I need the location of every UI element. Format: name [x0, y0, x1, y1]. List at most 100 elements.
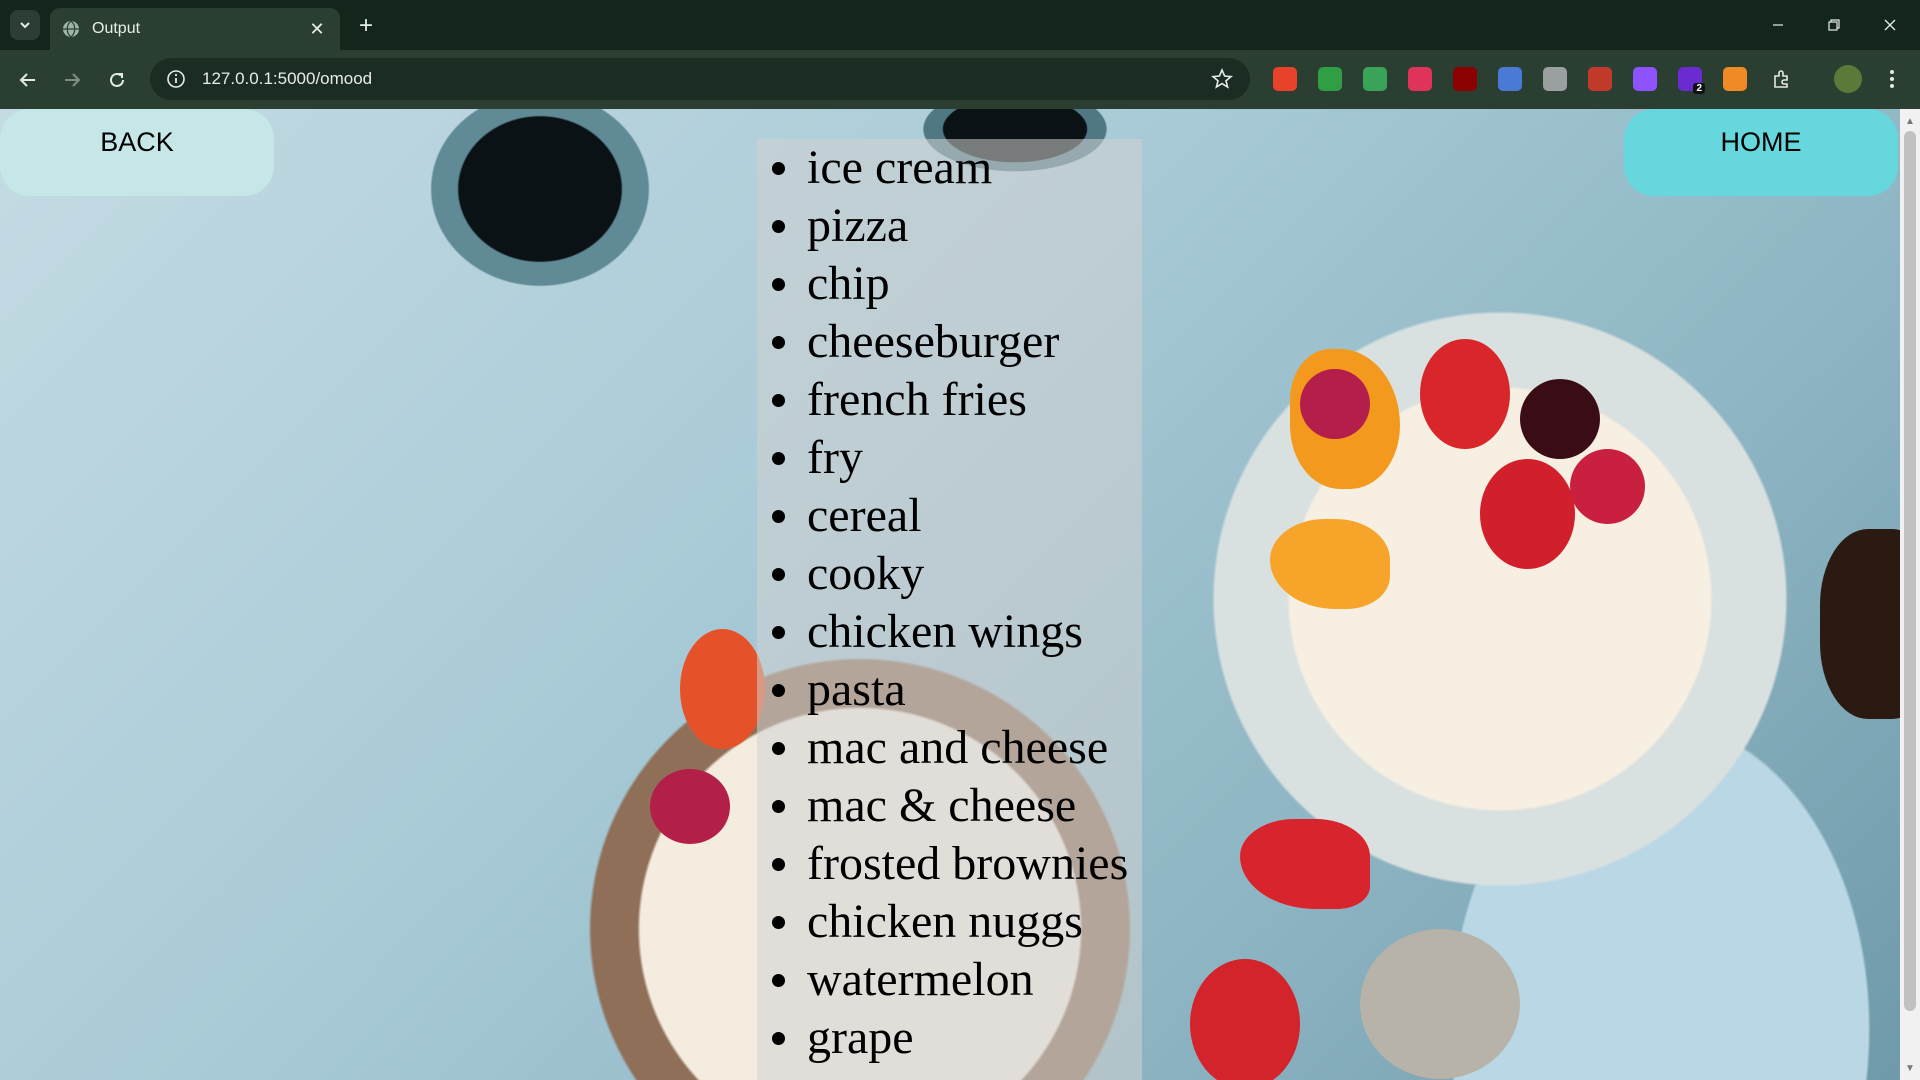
raspberry-decor: [1570, 449, 1645, 524]
food-name: frosted brownies: [807, 837, 1129, 890]
food-name: cereal: [807, 489, 922, 542]
bullet-icon: [772, 857, 785, 871]
food-list-item: watermelon: [757, 951, 1142, 1009]
food-name: chicken wings: [807, 605, 1083, 658]
ext-red-circle-icon[interactable]: [1273, 67, 1297, 91]
food-name: watermelon: [807, 953, 1034, 1006]
ext-grey-icon[interactable]: [1543, 67, 1567, 91]
food-list-item: mac & cheese: [757, 777, 1142, 835]
food-list-item: frosted brownies: [757, 835, 1142, 893]
minimize-icon: [1773, 24, 1783, 26]
strawberry-decor: [1420, 339, 1510, 449]
home-button[interactable]: HOME: [1624, 109, 1898, 196]
ext-ublock-icon[interactable]: [1453, 67, 1477, 91]
bullet-icon: [772, 277, 785, 291]
food-name: pasta: [807, 663, 906, 716]
reload-icon: [110, 72, 124, 87]
ext-shield-icon[interactable]: [1588, 67, 1612, 91]
url-text[interactable]: 127.0.0.1:5000/omood: [202, 69, 1202, 89]
chevron-down-icon: [20, 22, 30, 29]
globe-icon: [63, 20, 79, 38]
bullet-icon: [772, 161, 785, 175]
food-name: ice cream: [807, 141, 993, 194]
food-list: ice cream pizza chip cheeseburger french fri…: [757, 139, 1142, 1067]
bullet-icon: [772, 509, 785, 523]
food-name: cooky: [807, 547, 925, 600]
food-list-item: french fries: [757, 371, 1142, 429]
restore-icon: [1828, 19, 1840, 31]
bullet-icon: [772, 799, 785, 813]
food-list-item: chip: [757, 255, 1142, 313]
strawberry-decor: [680, 629, 765, 749]
food-list-item: fry: [757, 429, 1142, 487]
close-icon: [1884, 19, 1896, 31]
browser-menu-button[interactable]: [1880, 67, 1904, 91]
scroll-up-arrow-icon[interactable]: ▲: [1900, 111, 1920, 131]
tab-bar: Output ✕ +: [0, 0, 1920, 50]
food-name: chip: [807, 257, 890, 310]
bullet-icon: [772, 973, 785, 987]
new-tab-button[interactable]: +: [352, 12, 380, 40]
coffee-cup-decor: [1820, 529, 1900, 719]
cherry-decor: [1520, 379, 1600, 459]
bullet-icon: [772, 219, 785, 233]
arrow-right-icon: [65, 73, 81, 87]
back-button[interactable]: BACK: [0, 109, 274, 196]
strawberry-decor: [1480, 459, 1575, 569]
bullet-icon: [772, 393, 785, 407]
food-name: french fries: [807, 373, 1027, 426]
tab-search-button[interactable]: [10, 10, 40, 40]
address-bar[interactable]: 127.0.0.1:5000/omood: [150, 58, 1250, 100]
ext-mail-icon[interactable]: [1363, 67, 1387, 91]
ext-screen-icon[interactable]: [1498, 67, 1522, 91]
profile-avatar[interactable]: [1834, 65, 1862, 93]
food-name: chicken nuggs: [807, 895, 1083, 948]
minimize-button[interactable]: [1750, 0, 1806, 50]
site-info-icon[interactable]: [156, 58, 196, 100]
food-name: fry: [807, 431, 863, 484]
food-list-item: ice cream: [757, 139, 1142, 197]
bullet-icon: [772, 567, 785, 581]
tab-title: Output: [92, 20, 141, 37]
food-name: cheeseburger: [807, 315, 1060, 368]
raspberry-decor: [650, 769, 730, 844]
extensions-puzzle-icon[interactable]: [1770, 67, 1794, 91]
ext-orange-icon[interactable]: [1723, 67, 1747, 91]
food-name: mac & cheese: [807, 779, 1077, 832]
arrow-left-icon: [19, 73, 35, 87]
page-scrollbar[interactable]: ▲ ▼: [1900, 109, 1920, 1080]
close-window-button[interactable]: [1862, 0, 1918, 50]
food-list-item: pasta: [757, 661, 1142, 719]
bullet-icon: [772, 741, 785, 755]
scroll-thumb[interactable]: [1904, 131, 1916, 1011]
food-list-panel: ice cream pizza chip cheeseburger french fri…: [757, 139, 1142, 1080]
food-list-item: mac and cheese: [757, 719, 1142, 777]
food-name: mac and cheese: [807, 721, 1109, 774]
restore-button[interactable]: [1806, 0, 1862, 50]
back-nav-button[interactable]: [12, 64, 44, 96]
reload-button[interactable]: [101, 64, 133, 96]
food-name: pizza: [807, 199, 909, 252]
raspberry-decor: [1300, 369, 1370, 439]
forward-nav-button[interactable]: [56, 64, 88, 96]
bullet-icon: [772, 915, 785, 929]
spoon-decor: [1360, 929, 1520, 1079]
ext-twitch-icon[interactable]: [1633, 67, 1657, 91]
strawberry-half-decor: [1190, 959, 1300, 1080]
food-list-item: cheeseburger: [757, 313, 1142, 371]
ext-purple-p-icon[interactable]: 2: [1678, 67, 1705, 94]
bullet-icon: [772, 335, 785, 349]
close-tab-icon[interactable]: ✕: [306, 18, 328, 40]
food-name: grape: [807, 1011, 914, 1064]
active-tab[interactable]: Output ✕: [50, 8, 340, 50]
food-list-item: chicken wings: [757, 603, 1142, 661]
food-list-item: grape: [757, 1009, 1142, 1067]
food-list-item: pizza: [757, 197, 1142, 255]
orange-slice-decor: [1270, 519, 1390, 609]
ext-green-lock-icon[interactable]: [1318, 67, 1342, 91]
bookmark-star-icon[interactable]: [1202, 58, 1242, 100]
food-list-item: cereal: [757, 487, 1142, 545]
scroll-down-arrow-icon[interactable]: ▼: [1900, 1058, 1920, 1078]
food-list-item: chicken nuggs: [757, 893, 1142, 951]
ext-pink-icon[interactable]: [1408, 67, 1432, 91]
